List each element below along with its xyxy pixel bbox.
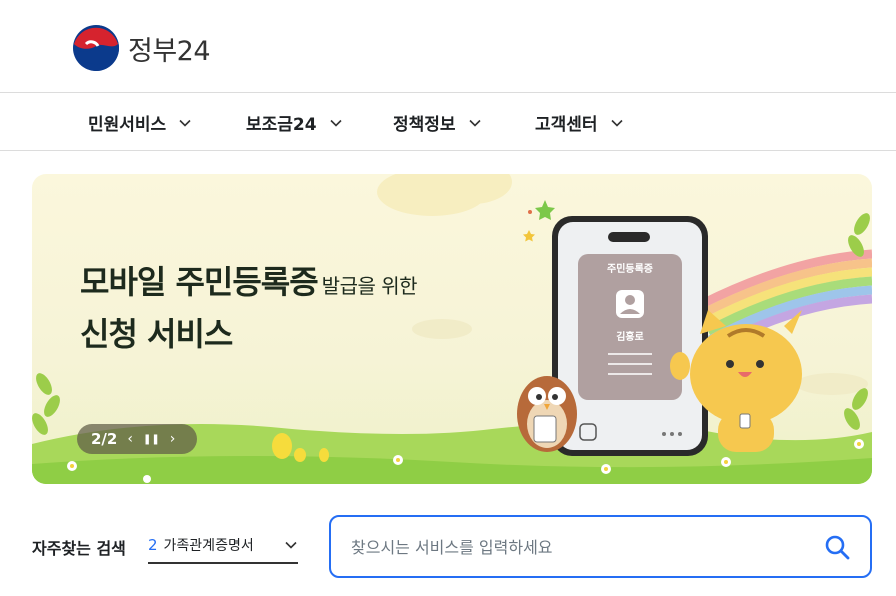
site-logo[interactable]: 정부24 (72, 24, 211, 72)
frequent-search-select[interactable]: 2 가족관계증명서 (148, 528, 298, 564)
chevron-down-icon (468, 119, 481, 127)
banner-headline: 모바일 주민등록증 발급을 위한 신청 서비스 (80, 258, 418, 358)
banner-title-line2: 신청 서비스 (80, 315, 233, 353)
nav-item-civil-service[interactable]: 민원서비스 (88, 94, 192, 151)
chevron-right-icon[interactable]: › (170, 431, 176, 447)
nav-item-subsidy24[interactable]: 보조금24 (246, 94, 343, 151)
banner-title-line1-sub: 발급을 위한 (321, 274, 418, 298)
frequent-search-rank: 2 (148, 536, 158, 554)
chevron-left-icon[interactable]: ‹ (127, 431, 133, 447)
nav-item-label: 정책정보 (393, 115, 456, 135)
chevron-down-icon (330, 119, 342, 127)
search-input[interactable] (351, 531, 811, 563)
id-card-name: 김홍로 (616, 332, 644, 343)
nav-item-label: 고객센터 (535, 115, 598, 135)
main-nav: 민원서비스 보조금24 정책정보 고객센터 (0, 94, 896, 151)
pause-icon[interactable]: ❚❚ (143, 434, 160, 445)
search-icon[interactable] (824, 534, 850, 560)
nav-item-label: 보조금24 (246, 115, 317, 135)
frequent-search-label: 자주찾는 검색 (32, 539, 126, 558)
site-header: 정부24 (0, 0, 896, 93)
chevron-down-icon (179, 119, 191, 127)
frequent-search-term: 가족관계증명서 (163, 538, 254, 554)
nav-item-customer-center[interactable]: 고객센터 (535, 94, 624, 151)
banner-pager: 2/2 ‹ ❚❚ › (77, 424, 197, 454)
taegeuk-logo-icon (73, 25, 119, 71)
banner-title-line1: 모바일 주민등록증 (80, 263, 319, 301)
nav-item-label: 민원서비스 (88, 115, 167, 135)
chevron-down-icon (610, 119, 623, 127)
main-banner[interactable]: 모바일 주민등록증 발급을 위한 신청 서비스 주민등록증 김홍로 2/2 ‹ ❚… (32, 174, 872, 484)
search-box (329, 515, 872, 578)
banner-page-count: 2/2 (91, 430, 118, 448)
chevron-down-icon (285, 541, 297, 549)
id-card-title: 주민등록증 (607, 264, 653, 275)
nav-item-policy-info[interactable]: 정책정보 (393, 94, 482, 151)
logo-text: 정부24 (128, 35, 211, 67)
